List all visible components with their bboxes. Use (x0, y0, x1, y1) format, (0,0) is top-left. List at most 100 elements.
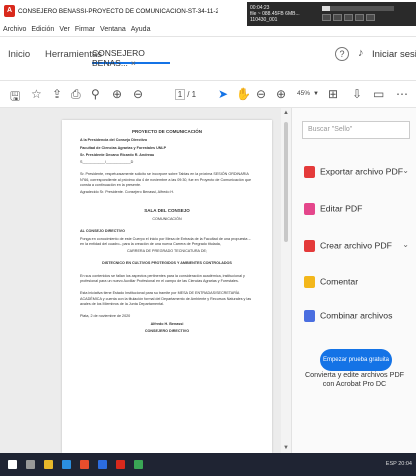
tab-document[interactable]: CONSEJERO BENAS... × (92, 48, 170, 68)
acrobat-taskbar-icon[interactable] (116, 460, 125, 469)
promo-line-1: Convierta y edite archivos PDF (304, 370, 405, 379)
document-viewer[interactable]: PROYECTO DE COMUNICACIÓN A la Presidenci… (0, 108, 291, 453)
tab-close-icon[interactable]: × (131, 58, 136, 68)
pdf-page: PROYECTO DE COMUNICACIÓN A la Presidenci… (62, 120, 272, 453)
page-indicator: 1 / 1 (175, 89, 196, 100)
tab-document-label: CONSEJERO BENAS... (92, 48, 145, 68)
doc-heading: PROYECTO DE COMUNICACIÓN (132, 129, 202, 134)
tool-export-pdf-label: Exportar archivo PDF (320, 166, 404, 177)
page-up-icon[interactable]: ⊕ (112, 87, 122, 101)
doc-sala: SALA DEL CONSEJO (144, 207, 190, 213)
tool-combine-files-label: Combinar archivos (320, 310, 393, 321)
doc-paragraph-2: Agradecido Sr. Presidente. Consejero Ben… (80, 190, 175, 195)
signin-button[interactable]: Iniciar sesión (372, 49, 416, 60)
recorder-record-button[interactable] (344, 14, 353, 21)
word-icon[interactable] (98, 460, 107, 469)
recorder-next-button[interactable] (366, 14, 375, 21)
recorder-stop-button[interactable] (322, 14, 331, 21)
chevron-down-icon[interactable]: ⌄ (402, 240, 409, 249)
doc-paragraph-4: En sus contenidos se fallan los aspectos… (80, 273, 245, 284)
menu-archivo[interactable]: Archivo (3, 26, 26, 33)
doc-carrera-title: DISTECNICO EN CULTIVOS PROTEGIDOS Y AMBI… (102, 261, 232, 266)
create-pdf-icon (304, 240, 315, 252)
bookmark-star-icon[interactable]: ☆ (31, 87, 42, 101)
system-tray: ESP 20:04 (385, 461, 412, 467)
page-number-input[interactable]: 1 (175, 89, 185, 100)
doc-paragraph-5: Esta iniciativa tiene Estado Institucion… (80, 291, 252, 306)
edit-pdf-icon (304, 203, 315, 215)
tool-export-pdf[interactable]: Exportar archivo PDF ⌄ (304, 166, 416, 180)
recorder-progress-bar[interactable] (322, 6, 394, 11)
file-explorer-icon[interactable] (44, 460, 53, 469)
scroll-mode-icon[interactable]: ⇩ (352, 87, 362, 101)
doc-carrera: CARRERA DE PREGRADO TECNICATURA DE; (127, 249, 207, 254)
tool-create-pdf-label: Crear archivo PDF (320, 240, 392, 251)
comment-tool-icon[interactable]: ▭ (373, 87, 384, 101)
window-title: CONSEJERO BENASSI-PROYECTO DE COMUNICACI… (18, 7, 218, 15)
zoom-search-icon[interactable]: ⚲ (91, 87, 100, 101)
zoom-level-select[interactable]: 45% ▼ (297, 90, 319, 97)
acrobat-app-icon: A (4, 5, 15, 17)
more-tools-icon[interactable]: ⋯ (396, 87, 408, 101)
upload-icon[interactable]: ⇪ (52, 87, 62, 101)
recorder-buttons (322, 14, 375, 21)
tab-home[interactable]: Inicio (8, 49, 30, 60)
scroll-down-icon[interactable]: ▼ (283, 445, 289, 451)
select-cursor-icon[interactable]: ➤ (218, 87, 228, 101)
zoom-out-icon[interactable]: ⊖ (256, 87, 266, 101)
doc-paragraph-1: Sr. Presidente, respetuosamente solicito… (80, 172, 251, 188)
combine-files-icon (304, 310, 315, 322)
menu-ayuda[interactable]: Ayuda (131, 26, 151, 33)
scrollbar-thumb[interactable] (284, 122, 288, 242)
zoom-in-icon[interactable]: ⊕ (276, 87, 286, 101)
tools-pane: Buscar "Sello" Exportar archivo PDF ⌄ Ed… (291, 108, 416, 453)
menu-edicion[interactable]: Edición (31, 26, 54, 33)
recorder-pause-button[interactable] (333, 14, 342, 21)
vertical-scrollbar[interactable]: ▲ ▼ (281, 108, 291, 453)
toolbar: 🖫 ☆ ⇪ ⎙ ⚲ ⊕ ⊖ 1 / 1 ➤ ✋ ⊖ ⊕ 45% ▼ ⊞ ⇩ ▭ ⋯ (0, 80, 416, 108)
fit-page-icon[interactable]: ⊞ (328, 87, 338, 101)
promo-line-2: con Acrobat Pro DC (322, 379, 387, 388)
tool-edit-pdf-label: Editar PDF (320, 203, 363, 214)
save-icon[interactable]: 🖫 (10, 87, 20, 108)
doc-comunicacion: COMUNICACIÓN (152, 216, 182, 221)
tool-edit-pdf[interactable]: Editar PDF (304, 203, 416, 217)
doc-signature-role: CONSEJERO DIRECTIVO (144, 328, 190, 333)
taskbar: ESP 20:04 (0, 453, 416, 476)
scroll-up-icon[interactable]: ▲ (283, 110, 289, 116)
print-icon[interactable]: ⎙ (71, 87, 81, 102)
search-icon[interactable] (26, 460, 35, 469)
notifications-icon[interactable]: ♪ (358, 47, 364, 59)
recorder-info: 00:04:23 file ~ 088.45FB 6MB... 110430_0… (250, 5, 320, 23)
doc-date: Plata, 2 de noviembre de 2020 (80, 314, 131, 319)
tools-search-input[interactable]: Buscar "Sello" (302, 121, 410, 139)
doc-to-line1: A la Presidencia del Consejo Directivo (80, 138, 148, 143)
page-down-icon[interactable]: ⊖ (133, 87, 143, 101)
comment-icon (304, 276, 315, 288)
free-trial-button[interactable]: Empezar prueba gratuita (320, 349, 392, 371)
edge-icon[interactable] (62, 460, 71, 469)
help-icon[interactable]: ? (335, 47, 349, 61)
doc-to-line3: Sr. Presidente Decano Ricardo R. Andreau (80, 152, 155, 157)
tool-combine-files[interactable]: Combinar archivos (304, 310, 416, 324)
office-icon[interactable] (80, 460, 89, 469)
menu-firmar[interactable]: Firmar (75, 26, 95, 33)
app-taskbar-icon[interactable] (134, 460, 143, 469)
page-total: / 1 (187, 90, 197, 99)
doc-blank-line: S___________/____________D (80, 160, 134, 165)
menu-bar: Archivo Edición Ver Firmar Ventana Ayuda (0, 22, 416, 36)
tool-create-pdf[interactable]: Crear archivo PDF ⌄ (304, 240, 416, 254)
chevron-down-icon: ▼ (313, 91, 319, 97)
doc-signature: Alfredo H. Benassi (150, 321, 184, 326)
menu-ver[interactable]: Ver (59, 26, 70, 33)
tool-comment-label: Comentar (320, 276, 359, 287)
promo-text: Convierta y edite archivos PDF con Acrob… (292, 370, 416, 388)
chevron-down-icon[interactable]: ⌄ (402, 166, 409, 175)
tool-comment[interactable]: Comentar (304, 276, 416, 290)
hand-tool-icon[interactable]: ✋ (236, 87, 251, 101)
menu-ventana[interactable]: Ventana (100, 26, 126, 33)
start-icon[interactable] (8, 460, 17, 469)
doc-al-consejo: AL CONSEJO DIRECTIVO (80, 229, 126, 234)
recorder-play-button[interactable] (355, 14, 364, 21)
tab-bar: Inicio Herramientas CONSEJERO BENAS... × … (0, 36, 416, 80)
